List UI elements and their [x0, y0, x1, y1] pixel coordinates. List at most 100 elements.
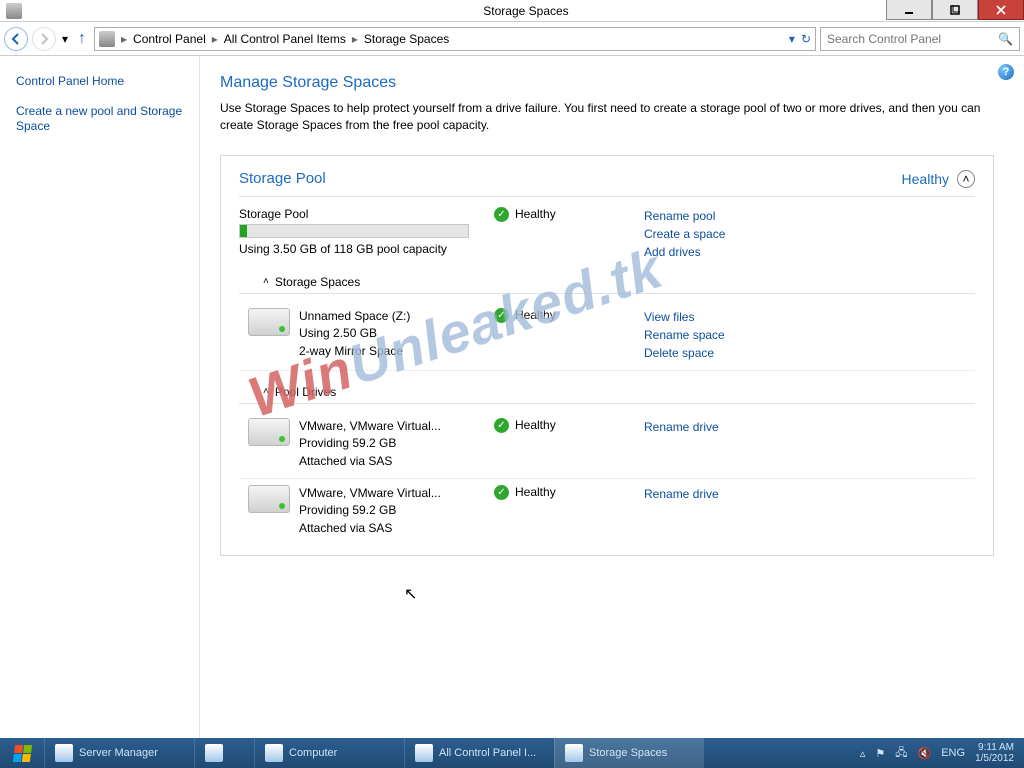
- health-ok-icon: ✓: [494, 308, 509, 323]
- search-icon[interactable]: 🔍: [998, 32, 1013, 46]
- panel-title: Storage Pool: [239, 170, 326, 187]
- drive-icon: [248, 418, 290, 446]
- tray-up-icon[interactable]: ▵: [860, 747, 866, 760]
- breadcrumb-root[interactable]: Control Panel: [129, 32, 210, 46]
- taskbar-item-active[interactable]: Storage Spaces: [554, 738, 704, 768]
- page-title: Manage Storage Spaces: [220, 74, 994, 92]
- chevron-up-icon: ˄: [263, 276, 269, 287]
- minimize-button[interactable]: [886, 0, 932, 20]
- tray-volume-icon[interactable]: 🔇: [918, 747, 932, 760]
- taskbar: Server Manager Computer All Control Pane…: [0, 738, 1024, 768]
- up-button[interactable]: ↑: [78, 30, 86, 48]
- collapse-button[interactable]: ˄: [957, 170, 975, 188]
- app-icon: [205, 744, 223, 762]
- create-space-link[interactable]: Create a space: [644, 225, 975, 243]
- tray-clock[interactable]: 9:11 AM 1/5/2012: [975, 742, 1014, 764]
- chevron-up-icon: ˄: [962, 172, 969, 186]
- taskbar-label: Storage Spaces: [589, 747, 667, 759]
- taskbar-label: All Control Panel I...: [439, 747, 536, 759]
- window-controls: [886, 0, 1024, 20]
- app-icon: [55, 744, 73, 762]
- drive-row: VMware, VMware Virtual... Providing 59.2…: [239, 479, 975, 545]
- rename-drive-link[interactable]: Rename drive: [644, 485, 719, 503]
- drive-icon: [248, 308, 290, 336]
- close-button[interactable]: [978, 0, 1024, 20]
- rename-space-link[interactable]: Rename space: [644, 326, 725, 344]
- breadcrumb-leaf[interactable]: Storage Spaces: [360, 32, 453, 46]
- app-icon: [265, 744, 283, 762]
- pool-name: Storage Pool: [239, 207, 494, 221]
- nav-bar: ▾ ↑ ▸ Control Panel ▸ All Control Panel …: [0, 22, 1024, 56]
- pool-progress: [239, 224, 469, 238]
- tray-flag-icon[interactable]: ⚑: [875, 747, 885, 760]
- help-icon[interactable]: ?: [998, 64, 1014, 80]
- page-description: Use Storage Spaces to help protect yours…: [220, 100, 994, 135]
- drive-health: Healthy: [515, 418, 556, 432]
- app-icon: [565, 744, 583, 762]
- delete-space-link[interactable]: Delete space: [644, 344, 725, 362]
- health-ok-icon: ✓: [494, 207, 509, 222]
- taskbar-item[interactable]: Computer: [254, 738, 404, 768]
- location-icon: [99, 31, 115, 47]
- app-icon: [415, 744, 433, 762]
- taskbar-item[interactable]: Server Manager: [44, 738, 194, 768]
- space-row: Unnamed Space (Z:) Using 2.50 GB 2-way M…: [239, 302, 975, 371]
- system-tray: ▵ ⚑ 🖧 🔇 ENG 9:11 AM 1/5/2012: [850, 742, 1024, 764]
- sidebar-create-link[interactable]: Create a new pool and Storage Space: [16, 104, 183, 135]
- add-drives-link[interactable]: Add drives: [644, 243, 975, 261]
- chevron-right-icon: ▸: [121, 32, 127, 46]
- breadcrumb-mid[interactable]: All Control Panel Items: [220, 32, 350, 46]
- space-usage: Using 2.50 GB: [299, 325, 494, 342]
- health-ok-icon: ✓: [494, 485, 509, 500]
- view-files-link[interactable]: View files: [644, 308, 725, 326]
- chevron-right-icon: ▸: [352, 32, 358, 46]
- panel-status: Healthy: [902, 171, 949, 187]
- tray-time: 9:11 AM: [975, 742, 1014, 753]
- tray-date: 1/5/2012: [975, 753, 1014, 764]
- drives-header-label: Pool Drives: [275, 385, 336, 399]
- space-name: Unnamed Space (Z:): [299, 308, 494, 325]
- search-box[interactable]: 🔍: [820, 27, 1020, 51]
- chevron-right-icon: ▸: [212, 32, 218, 46]
- spaces-section-header[interactable]: ˄ Storage Spaces: [239, 269, 975, 294]
- taskbar-item[interactable]: [194, 738, 254, 768]
- space-health: Healthy: [515, 308, 556, 322]
- drive-icon: [248, 485, 290, 513]
- title-bar: Storage Spaces: [0, 0, 1024, 22]
- pool-usage: Using 3.50 GB of 118 GB pool capacity: [239, 242, 494, 256]
- address-dropdown-icon[interactable]: ▾: [789, 32, 795, 46]
- spaces-header-label: Storage Spaces: [275, 275, 360, 289]
- drive-attached: Attached via SAS: [299, 520, 494, 537]
- drive-row: VMware, VMware Virtual... Providing 59.2…: [239, 412, 975, 479]
- taskbar-label: Server Manager: [79, 747, 158, 759]
- sidebar-home-link[interactable]: Control Panel Home: [16, 74, 183, 90]
- tray-language[interactable]: ENG: [941, 747, 965, 759]
- refresh-icon[interactable]: ↻: [801, 32, 811, 46]
- taskbar-label: Computer: [289, 747, 337, 759]
- taskbar-item[interactable]: All Control Panel I...: [404, 738, 554, 768]
- address-bar[interactable]: ▸ Control Panel ▸ All Control Panel Item…: [94, 27, 816, 51]
- health-ok-icon: ✓: [494, 418, 509, 433]
- back-button[interactable]: [4, 27, 28, 51]
- chevron-up-icon: ˄: [263, 386, 269, 397]
- drive-providing: Providing 59.2 GB: [299, 502, 494, 519]
- sidebar: Control Panel Home Create a new pool and…: [0, 56, 200, 738]
- main-content: ? Manage Storage Spaces Use Storage Spac…: [200, 56, 1024, 738]
- drives-section-header[interactable]: ˄ Pool Drives: [239, 379, 975, 404]
- rename-pool-link[interactable]: Rename pool: [644, 207, 975, 225]
- maximize-button[interactable]: [932, 0, 978, 20]
- drive-name: VMware, VMware Virtual...: [299, 418, 494, 435]
- tray-network-icon[interactable]: 🖧: [895, 744, 907, 763]
- search-input[interactable]: [827, 32, 998, 46]
- forward-button[interactable]: [32, 27, 56, 51]
- drive-name: VMware, VMware Virtual...: [299, 485, 494, 502]
- drive-health: Healthy: [515, 485, 556, 499]
- space-type: 2-way Mirror Space: [299, 343, 494, 360]
- pool-health: Healthy: [515, 207, 556, 221]
- rename-drive-link[interactable]: Rename drive: [644, 418, 719, 436]
- history-dropdown[interactable]: ▾: [60, 32, 70, 46]
- drive-attached: Attached via SAS: [299, 453, 494, 470]
- drive-providing: Providing 59.2 GB: [299, 435, 494, 452]
- storage-pool-panel: Storage Pool Healthy ˄ Storage Pool Usin…: [220, 155, 994, 556]
- start-button[interactable]: [0, 738, 44, 768]
